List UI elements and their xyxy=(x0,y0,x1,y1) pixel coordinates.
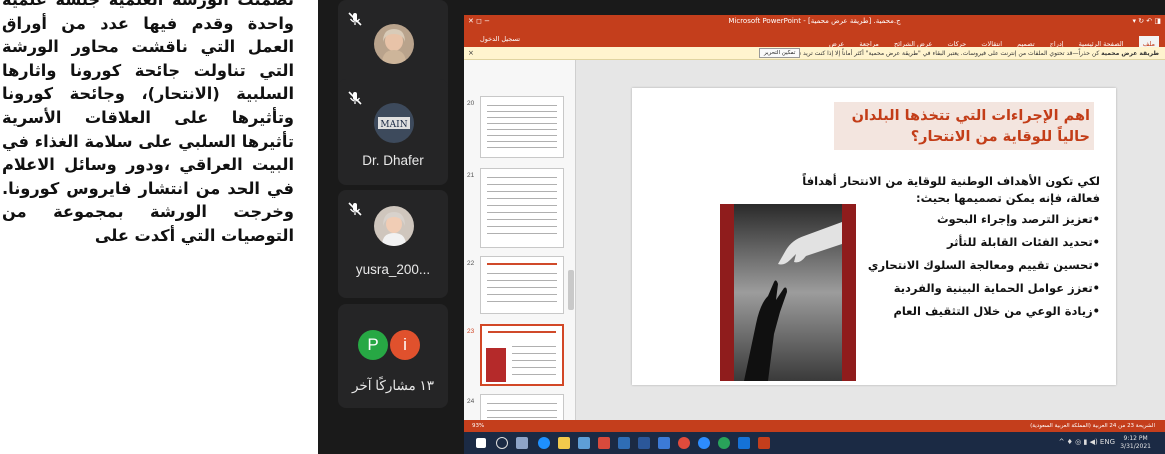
other-participants-tile[interactable]: P i ١٣ مشاركًا آخر xyxy=(338,304,448,408)
ppt-title-bar: ✕ ◻ − Microsoft PowerPoint - [طريقة عرض … xyxy=(464,15,1165,31)
file-explorer-icon[interactable] xyxy=(558,437,570,449)
ppt-status-bar: 93% الشريحة 23 من 24 العربية (المملكة ال… xyxy=(464,420,1165,432)
slide-bullet: •تحديد الفئات القابلة للتأثر xyxy=(946,235,1100,249)
thumbnail-scrollbar[interactable] xyxy=(568,270,574,310)
slide-bullet: •تحسين تقييم ومعالجة السلوك الانتحاري xyxy=(867,258,1100,272)
shared-screen: ✕ ◻ − Microsoft PowerPoint - [طريقة عرض … xyxy=(464,15,1165,454)
avatar xyxy=(374,24,414,64)
windows-start-icon[interactable] xyxy=(476,438,486,448)
slide-title: اهم الإجراءات التي تتخذها البلدان حالياً… xyxy=(851,108,1090,145)
zoom-level[interactable]: 93% xyxy=(472,420,484,432)
quick-access-toolbar[interactable]: ▾ ↻ ↶ ◨ xyxy=(1132,17,1161,25)
svg-text:MAIN: MAIN xyxy=(380,120,407,130)
muted-mic-icon xyxy=(346,10,364,28)
app-icon[interactable] xyxy=(658,437,670,449)
windows-taskbar: ^ ♦ ◎ ▮ ◀) ENG 9:12 PM 3/31/2021 xyxy=(464,432,1165,454)
thumbnail-number: 21 xyxy=(467,172,475,179)
thumbnail-number: 20 xyxy=(467,100,475,107)
chrome-icon[interactable] xyxy=(678,437,690,449)
edge-icon[interactable] xyxy=(538,437,550,449)
participant-tile[interactable]: yusra_200... xyxy=(338,190,448,298)
sign-in-link[interactable]: تسجيل الدخول xyxy=(480,31,520,47)
zoom-icon[interactable] xyxy=(698,437,710,449)
protected-view-bar: طريقة عرض محمية كن حذراً—قد تحتوي الملفا… xyxy=(464,47,1165,60)
powerpoint-icon[interactable] xyxy=(758,437,770,449)
article-text-column: تضمنت الورشة العلمية جلسة علمية واحدة وق… xyxy=(0,0,300,454)
slide-bullet: •تعزز عوامل الحماية البينية والفردية xyxy=(893,281,1100,295)
participant-initial-badge: P xyxy=(358,330,388,360)
participant-name: yusra_200... xyxy=(355,262,431,277)
thumbnail-number: 23 xyxy=(467,328,475,335)
taskbar-clock[interactable]: 9:12 PM 3/31/2021 xyxy=(1120,435,1151,451)
muted-mic-icon xyxy=(346,89,364,107)
store-icon[interactable] xyxy=(578,437,590,449)
slide-thumbnail[interactable] xyxy=(480,96,564,158)
app-icon[interactable] xyxy=(738,437,750,449)
slide-thumbnail[interactable] xyxy=(480,168,564,248)
slide-thumbnail[interactable] xyxy=(480,256,564,314)
participant-initial-badge: i xyxy=(390,330,420,360)
slide-thumbnail-selected[interactable] xyxy=(480,324,564,386)
thumbnail-number: 22 xyxy=(467,260,475,267)
chrome-icon[interactable] xyxy=(718,437,730,449)
slide-bullet: •زيادة الوعي من خلال التثقيف العام xyxy=(893,304,1100,318)
slide-counter: الشريحة 23 من 24 العربية (المملكة العربي… xyxy=(1030,423,1155,429)
enable-editing-button[interactable]: تمكين التحرير xyxy=(759,48,801,58)
window-title: Microsoft PowerPoint - [طريقة عرض محمية]… xyxy=(728,17,901,25)
current-slide[interactable]: اهم الإجراءات التي تتخذها البلدان حالياً… xyxy=(632,88,1116,385)
ppt-workspace: 20 21 22 23 24 اهم الإجراءات التي تتخذها… xyxy=(464,60,1165,424)
thumbnail-number: 24 xyxy=(467,398,475,405)
slide-thumbnail-pane: 20 21 22 23 24 xyxy=(464,60,576,424)
avatar xyxy=(374,206,414,246)
participant-name: Dr. Dhafer xyxy=(362,153,424,168)
avatar: MAIN xyxy=(374,103,414,143)
participant-gallery: MAIN Dr. Dhafer yusra_200... P i ١٣ مشار… xyxy=(338,0,448,454)
participant-tile[interactable]: MAIN Dr. Dhafer xyxy=(338,79,448,185)
ppt-ribbon-tabs: ملف الصفحة الرئيسية إدراج تصميم انتقالات… xyxy=(464,31,1165,52)
mail-icon[interactable] xyxy=(618,437,630,449)
hands-photo xyxy=(720,204,856,381)
slide-bullet: •تعزيز الترصد وإجراء البحوث xyxy=(936,212,1100,226)
system-tray[interactable]: ^ ♦ ◎ ▮ ◀) ENG xyxy=(1059,438,1115,446)
app-icon[interactable] xyxy=(598,437,610,449)
other-participants-count: ١٣ مشاركًا آخر xyxy=(351,378,434,393)
task-view-icon[interactable] xyxy=(516,437,528,449)
word-icon[interactable] xyxy=(638,437,650,449)
article-paragraph: تضمنت الورشة العلمية جلسة علمية واحدة وق… xyxy=(2,0,294,245)
slide-intro-text: لكي تكون الأهداف الوطنية للوقاية من الان… xyxy=(802,174,1100,205)
zoom-meeting-window: MAIN Dr. Dhafer yusra_200... P i ١٣ مشار… xyxy=(318,0,1165,454)
protected-view-message: طريقة عرض محمية كن حذراً—قد تحتوي الملفا… xyxy=(780,50,1159,57)
close-icon[interactable]: × xyxy=(468,47,474,60)
muted-mic-icon xyxy=(346,200,364,218)
search-icon[interactable] xyxy=(496,437,508,449)
